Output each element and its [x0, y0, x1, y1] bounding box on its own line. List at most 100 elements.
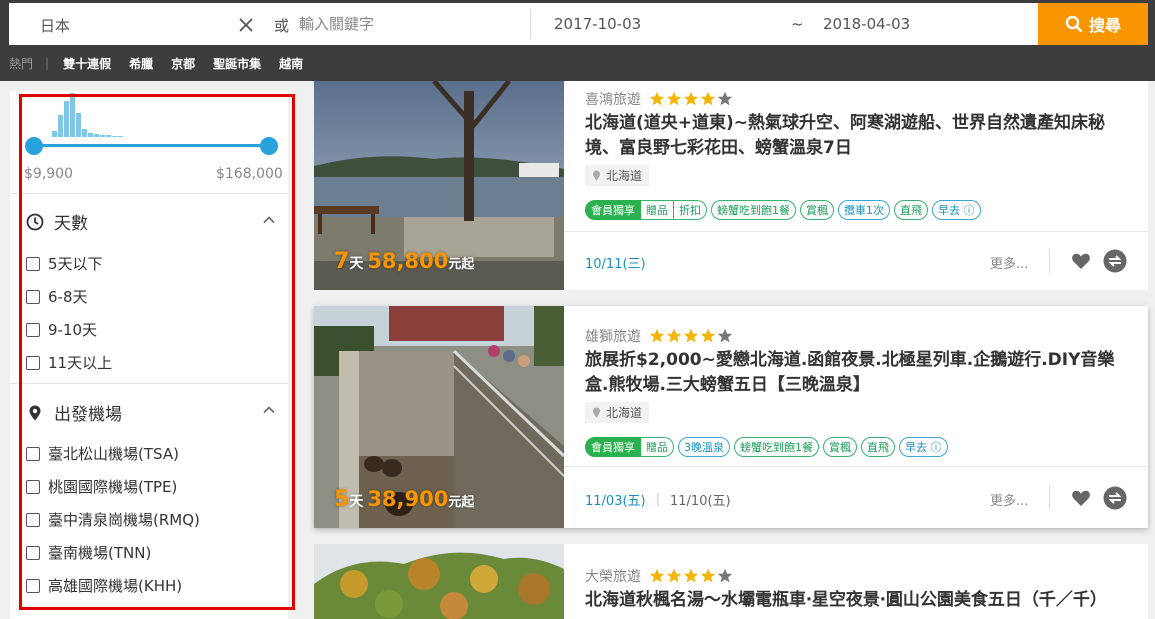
heart-icon[interactable] [1071, 488, 1091, 508]
checkbox[interactable] [26, 446, 40, 461]
location-badge: 北海道 [585, 165, 650, 186]
top-bar: 日本 或 2017-10-03 ~ 2018-04-03 搜尋 [0, 0, 1155, 45]
checkbox[interactable] [26, 512, 40, 527]
end-date-field[interactable]: 2018-04-03 [823, 15, 910, 33]
star-filled-icon [700, 568, 716, 583]
chevron-up-icon[interactable] [263, 214, 275, 226]
filter-option-airport-tpe[interactable]: 桃園國際機場(TPE) [26, 476, 177, 497]
more-dates-link[interactable]: 更多... [990, 253, 1028, 272]
departure-date[interactable]: 10/11(三) [585, 253, 646, 272]
hot-link[interactable]: 雙十連假 [63, 55, 111, 72]
price-histogram [52, 93, 152, 137]
feature-tag: 攬車1次 [838, 200, 890, 220]
filter-option-airport-rmq[interactable]: 臺中清泉崗機場(RMQ) [26, 509, 200, 530]
keyword-input[interactable] [299, 9, 529, 39]
action-divider [1049, 486, 1050, 510]
checkbox[interactable] [26, 289, 40, 304]
hot-link[interactable]: 京都 [171, 55, 195, 72]
close-icon[interactable] [237, 16, 255, 34]
filter-option-airport-tnn[interactable]: 臺南機場(TNN) [26, 542, 151, 563]
hot-link[interactable]: 越南 [279, 55, 303, 72]
filter-option-days-2[interactable]: 6-8天 [26, 286, 88, 307]
feature-tag: 早去 ⓘ [932, 200, 981, 220]
product-photo[interactable]: 7 天 58,800 元起 [314, 81, 564, 290]
clock-icon [26, 213, 44, 230]
checkbox[interactable] [26, 355, 40, 370]
airport-section-title: 出發機場 [54, 405, 122, 425]
chevron-up-icon[interactable] [263, 404, 275, 416]
agency-row: 雄獅旅遊 [585, 326, 733, 346]
product-title[interactable]: 北海道(道央+道東)~熱氣球升空、阿寒湖遊船、世界自然遺產知床秘境、富良野七彩花… [585, 111, 1130, 161]
price-label: 5 天 38,900 元起 [334, 487, 474, 512]
compare-icon[interactable] [1103, 486, 1127, 510]
action-divider [1049, 249, 1050, 273]
days-section-title: 天數 [54, 214, 88, 234]
filter-option-label: 9-10天 [48, 321, 98, 339]
search-box: 日本 或 2017-10-03 ~ 2018-04-03 [9, 3, 1038, 45]
product-card[interactable]: 大榮旅遊 北海道秋楓名湯～水壩電瓶車‧星空夜景‧圓山公園美食五日（千／千） [314, 544, 1148, 619]
checkbox[interactable] [26, 256, 40, 271]
filter-option-label: 桃園國際機場(TPE) [48, 478, 178, 496]
product-card[interactable]: 5 天 38,900 元起 雄獅旅遊 旅展折$2,000~愛戀北海道.函館夜景.… [314, 306, 1148, 528]
agency-name: 大榮旅遊 [585, 569, 641, 585]
filter-option-airport-khh[interactable]: 高雄國際機場(KHH) [26, 575, 182, 596]
filter-option-label: 6-8天 [48, 288, 88, 306]
more-dates-link[interactable]: 更多... [990, 490, 1028, 509]
product-title[interactable]: 北海道秋楓名湯～水壩電瓶車‧星空夜景‧圓山公園美食五日（千／千） [585, 588, 1130, 619]
histogram-bar [82, 129, 87, 137]
filter-option-days-3[interactable]: 9-10天 [26, 319, 97, 340]
product-title[interactable]: 旅展折$2,000~愛戀北海道.函館夜景.北極星列車.企鵝遊行.DIY音樂盒.熊… [585, 348, 1130, 398]
feature-tag: 3晚溫泉 [678, 437, 730, 457]
agency-row: 喜鴻旅遊 [585, 89, 733, 109]
histogram-bar [76, 113, 81, 137]
feature-tag: 賞楓 [800, 200, 834, 220]
feature-tag: 早去 ⓘ [899, 437, 948, 457]
price-slider-track[interactable] [34, 144, 270, 147]
date-divider: | [655, 492, 660, 507]
filter-option-days-1[interactable]: 5天以下 [26, 253, 103, 274]
checkbox[interactable] [26, 322, 40, 337]
star-filled-icon [649, 568, 665, 583]
compare-icon[interactable] [1103, 249, 1127, 273]
checkbox[interactable] [26, 479, 40, 494]
filter-option-days-4[interactable]: 11天以上 [26, 352, 112, 373]
days-count: 7 [334, 249, 350, 274]
heart-icon[interactable] [1071, 251, 1091, 271]
product-photo[interactable] [314, 544, 564, 619]
search-button[interactable]: 搜尋 [1038, 3, 1148, 45]
price-unit: 元起 [448, 257, 475, 272]
days-section-header[interactable]: 天數 [26, 209, 88, 234]
gift-tag: 贈品 [641, 200, 674, 220]
checkbox[interactable] [26, 545, 40, 560]
star-filled-icon [666, 91, 682, 106]
location-label: 北海道 [606, 169, 643, 183]
start-date-field[interactable]: 2017-10-03 [554, 15, 641, 33]
departure-date[interactable]: 11/03(五) [585, 490, 646, 509]
filter-option-airport-tsa[interactable]: 臺北松山機場(TSA) [26, 443, 179, 464]
star-filled-icon [666, 328, 682, 343]
histogram-bar [88, 133, 93, 137]
star-filled-icon [683, 328, 699, 343]
days-unit: 天 [349, 256, 364, 272]
price-value: 58,800 [367, 249, 449, 273]
departure-dates: 10/11(三) [585, 253, 646, 272]
star-empty-icon [717, 328, 733, 343]
departure-date[interactable]: 11/10(五) [670, 490, 731, 509]
filter-option-label: 臺北松山機場(TSA) [48, 445, 179, 463]
map-pin-icon [593, 170, 600, 181]
hot-link[interactable]: 聖誕市集 [213, 55, 261, 72]
price-slider-max-handle[interactable] [260, 137, 278, 155]
hot-separator: | [45, 56, 50, 70]
checkbox[interactable] [26, 578, 40, 593]
hot-link[interactable]: 希臘 [129, 55, 153, 72]
airport-section-header[interactable]: 出發機場 [26, 400, 122, 425]
filter-option-label: 5天以下 [48, 255, 103, 273]
days-count: 5 [334, 487, 350, 512]
price-slider-min-handle[interactable] [25, 137, 43, 155]
histogram-bar [70, 93, 75, 137]
product-card[interactable]: 7 天 58,800 元起 喜鴻旅遊 北海道(道央+道東)~熱氣球升空、阿寒湖遊… [314, 81, 1148, 290]
product-photo[interactable]: 5 天 38,900 元起 [314, 306, 564, 528]
destination-field[interactable]: 日本 [40, 15, 70, 36]
star-empty-icon [717, 568, 733, 583]
section-divider [10, 383, 288, 384]
